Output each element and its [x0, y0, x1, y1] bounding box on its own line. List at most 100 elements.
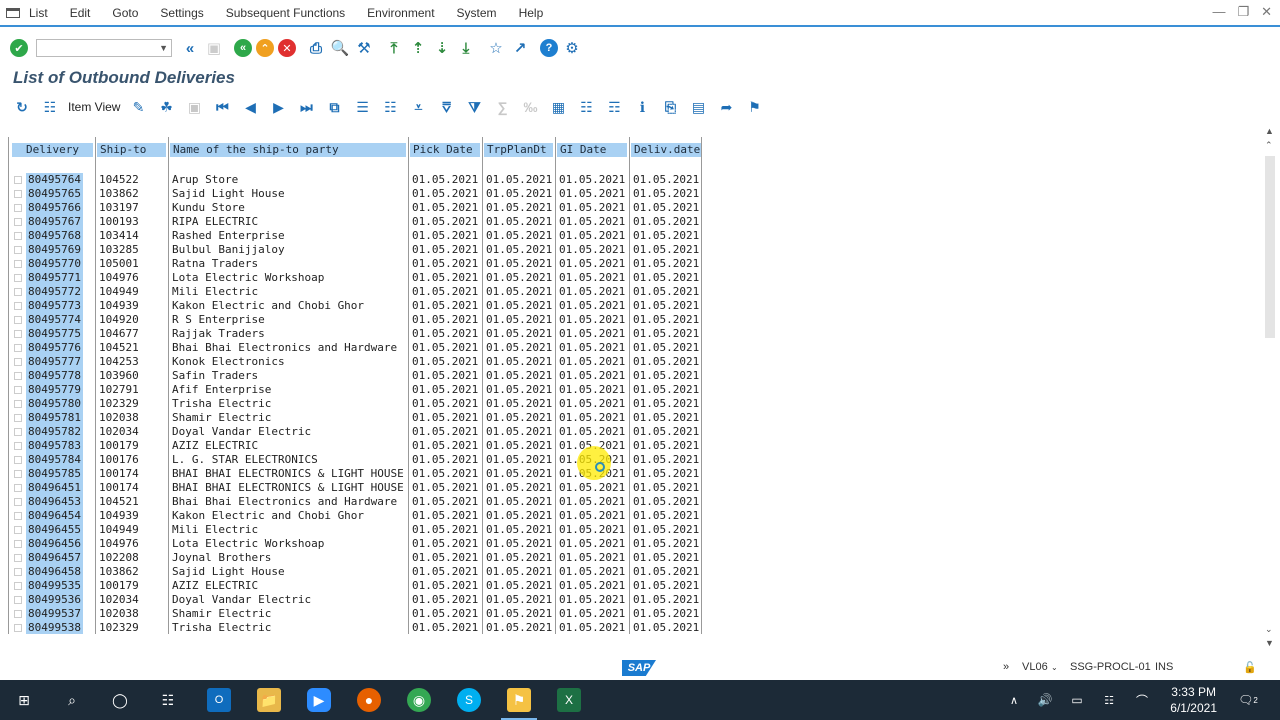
sap-logon-icon[interactable]: ⚑ — [501, 688, 537, 720]
row-select-checkbox[interactable] — [14, 624, 22, 632]
scroll-up-icon[interactable]: ▲ — [1265, 126, 1274, 136]
column-header-trp-plan-date[interactable]: TrpPlanDt — [484, 143, 553, 157]
row-select-checkbox[interactable] — [14, 190, 22, 198]
table-row[interactable]: 80495778 103960 Safin Traders 01.05.2021 01.… — [9, 369, 701, 383]
row-select-checkbox[interactable] — [14, 372, 22, 380]
table-row[interactable]: 80496451 100174 BHAI BHAI ELECTRONICS & LI… — [9, 481, 701, 495]
table-row[interactable]: 80496455 104949 Mili Electric 01.05.2021 01.… — [9, 523, 701, 537]
row-select-checkbox[interactable] — [14, 540, 22, 548]
row-select-checkbox[interactable] — [14, 498, 22, 506]
cell-delivery[interactable]: 80495780 — [26, 397, 83, 411]
cell-delivery[interactable]: 80499535 — [26, 579, 83, 593]
status-expand-icon[interactable]: » — [1003, 661, 1009, 673]
row-select-checkbox[interactable] — [14, 232, 22, 240]
table-row[interactable]: 80496453 104521 Bhai Bhai Electronics and … — [9, 495, 701, 509]
battery-icon[interactable]: ▭ — [1065, 688, 1089, 712]
table-row[interactable]: 80495772 104949 Mili Electric 01.05.2021 01.… — [9, 285, 701, 299]
table-row[interactable]: 80495768 103414 Rashed Enterprise 01.05.202… — [9, 229, 701, 243]
first-page-icon[interactable]: ⤒ — [384, 38, 404, 58]
row-select-checkbox[interactable] — [14, 582, 22, 590]
table-row[interactable]: 80496458 103862 Sajid Light House 01.05.202… — [9, 565, 701, 579]
enter-icon[interactable]: ✔ — [10, 39, 28, 57]
cell-delivery[interactable]: 80495779 — [26, 383, 83, 397]
row-select-checkbox[interactable] — [14, 414, 22, 422]
vertical-scrollbar[interactable]: ▲ ⌃ ⌄ ▼ — [1263, 126, 1277, 654]
print-icon[interactable]: ⎙ — [306, 38, 326, 58]
row-select-checkbox[interactable] — [14, 484, 22, 492]
table-row[interactable]: 80495774 104920 R S Enterprise 01.05.2021 01… — [9, 313, 701, 327]
column-header-ship-to[interactable]: Ship-to — [97, 143, 166, 157]
row-select-checkbox[interactable] — [14, 456, 22, 464]
row-select-checkbox[interactable] — [14, 554, 22, 562]
table-row[interactable]: 80495776 104521 Bhai Bhai Electronics and … — [9, 341, 701, 355]
cell-delivery[interactable]: 80496457 — [26, 551, 83, 565]
cell-delivery[interactable]: 80495785 — [26, 467, 83, 481]
sort-ascending-icon[interactable]: ⩡ — [408, 97, 428, 117]
deselect-all-icon[interactable]: ☷ — [380, 97, 400, 117]
cortana-icon[interactable]: ◯ — [108, 688, 132, 712]
table-row[interactable]: 80499538 102329 Trisha Electric 01.05.2021 0… — [9, 621, 701, 634]
row-select-checkbox[interactable] — [14, 330, 22, 338]
outlook-icon[interactable]: O — [207, 688, 231, 712]
scroll-page-down-icon[interactable]: ⌄ — [1265, 624, 1273, 635]
row-select-checkbox[interactable] — [14, 288, 22, 296]
first-row-icon[interactable]: ⏮ — [212, 97, 232, 117]
menu-system[interactable]: System — [457, 6, 497, 20]
row-select-checkbox[interactable] — [14, 512, 22, 520]
cell-delivery[interactable]: 80495776 — [26, 341, 83, 355]
refresh-icon[interactable]: ↻ — [12, 97, 32, 117]
volume-icon[interactable]: 🔊 — [1033, 688, 1057, 712]
table-row[interactable]: 80495769 103285 Bulbul Banijjaloy 01.05.202… — [9, 243, 701, 257]
firefox-icon[interactable]: ● — [357, 688, 381, 712]
menu-settings[interactable]: Settings — [160, 6, 203, 20]
layout-icon[interactable]: ▦ — [548, 97, 568, 117]
cell-delivery[interactable]: 80495771 — [26, 271, 83, 285]
table-row[interactable]: 80495764 104522 Arup Store 01.05.2021 01.05.… — [9, 173, 701, 187]
close-window-icon[interactable]: ✕ — [1261, 4, 1272, 20]
item-view-button[interactable]: Item View — [68, 100, 120, 114]
table-row[interactable]: 80495773 104939 Kakon Electric and Chobi G… — [9, 299, 701, 313]
sort-descending-icon[interactable]: ⩢ — [436, 97, 456, 117]
row-select-checkbox[interactable] — [14, 302, 22, 310]
back-icon[interactable]: « — [234, 39, 252, 57]
last-row-icon[interactable]: ⏭ — [296, 97, 316, 117]
row-select-checkbox[interactable] — [14, 274, 22, 282]
minimize-icon[interactable]: — — [1212, 4, 1225, 20]
table-row[interactable]: 80495780 102329 Trisha Electric 01.05.2021 0… — [9, 397, 701, 411]
cell-delivery[interactable]: 80495781 — [26, 411, 83, 425]
cancel-icon[interactable]: ✕ — [278, 39, 296, 57]
previous-page-icon[interactable]: ⇡ — [408, 38, 428, 58]
status-system[interactable]: VL06 — [1022, 661, 1048, 673]
table-row[interactable]: 80495782 102034 Doyal Vandar Electric 01.05… — [9, 425, 701, 439]
scroll-page-up-icon[interactable]: ⌃ — [1265, 140, 1273, 151]
gear-icon[interactable]: ⚙ — [562, 38, 582, 58]
cell-delivery[interactable]: 80496455 — [26, 523, 83, 537]
send-icon[interactable]: ➦ — [716, 97, 736, 117]
cell-delivery[interactable]: 80495767 — [26, 215, 83, 229]
table-row[interactable]: 80495765 103862 Sajid Light House 01.05.202… — [9, 187, 701, 201]
exit-icon[interactable]: ⌃ — [256, 39, 274, 57]
maximize-icon[interactable]: ❐ — [1237, 4, 1249, 20]
collapse-icon[interactable]: « — [180, 38, 200, 58]
app-menu-icon[interactable] — [6, 7, 20, 18]
row-select-checkbox[interactable] — [14, 246, 22, 254]
table-row[interactable]: 80495766 103197 Kundu Store 01.05.2021 01.05… — [9, 201, 701, 215]
export-icon[interactable]: ⎘ — [660, 97, 680, 117]
table-row[interactable]: 80496457 102208 Joynal Brothers 01.05.2021 0… — [9, 551, 701, 565]
table-row[interactable]: 80495775 104677 Rajjak Traders 01.05.2021 01… — [9, 327, 701, 341]
find-next-icon[interactable]: ⚒ — [354, 38, 374, 58]
row-select-checkbox[interactable] — [14, 470, 22, 478]
row-select-checkbox[interactable] — [14, 260, 22, 268]
column-header-gi-date[interactable]: GI Date — [557, 143, 627, 157]
column-header-pick-date[interactable]: Pick Date — [410, 143, 480, 157]
file-explorer-icon[interactable]: 📁 — [257, 688, 281, 712]
row-select-checkbox[interactable] — [14, 400, 22, 408]
info-icon[interactable]: ℹ — [632, 97, 652, 117]
cell-delivery[interactable]: 80499536 — [26, 593, 83, 607]
lock-icon[interactable]: 🔓 — [1243, 661, 1257, 674]
menu-list[interactable]: List — [29, 6, 48, 20]
table-row[interactable]: 80495779 102791 Afif Enterprise 01.05.2021 0… — [9, 383, 701, 397]
row-select-checkbox[interactable] — [14, 442, 22, 450]
help-icon[interactable]: ? — [540, 39, 558, 57]
notification-icon[interactable]: 🗨 2 — [1236, 688, 1260, 712]
